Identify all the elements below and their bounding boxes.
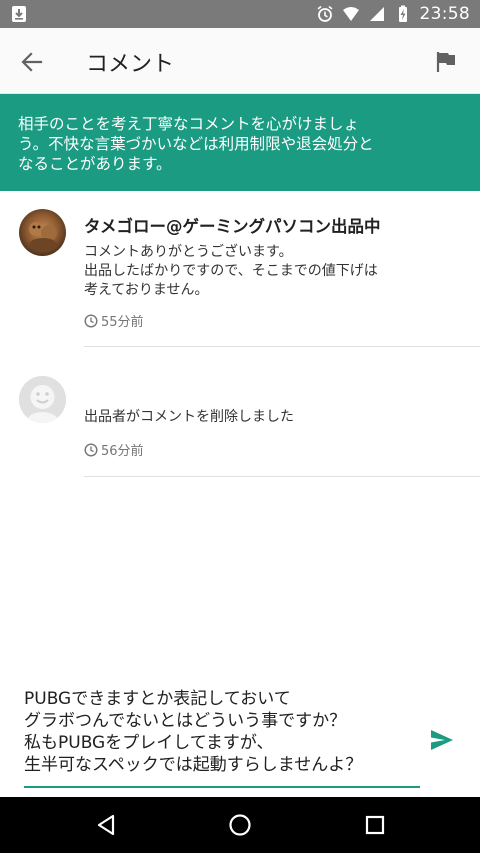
notice-line: なることがあります。	[18, 155, 172, 173]
comment-username[interactable]: タメゴロー@ゲーミングパソコン出品中	[84, 213, 381, 237]
back-triangle-icon	[97, 814, 115, 836]
clock-icon	[84, 442, 98, 457]
comment-line: 考えておりません。	[84, 282, 209, 298]
comment-input-line: 私もPUBGをプレイしてますが、	[24, 733, 274, 753]
nav-back-button[interactable]	[92, 811, 120, 839]
battery-charging-icon	[398, 5, 407, 22]
comment-time: 55分前	[84, 311, 144, 330]
comment-time-text: 56分前	[101, 444, 144, 459]
comment-time: 56分前	[84, 440, 144, 459]
report-button[interactable]	[430, 46, 462, 78]
signal-icon	[369, 7, 384, 21]
clock-icon	[84, 313, 98, 328]
comment-input[interactable]: PUBGできますとか表記しておいて グラボつんでないとはどういう事ですか？ 私も…	[24, 688, 420, 776]
comment-body: コメントありがとうございます。 出品したばかりですので、そこまでの値下げは 考え…	[84, 243, 378, 300]
comment-divider	[84, 346, 480, 347]
comment-deleted-text: 出品者がコメントを削除しました	[84, 409, 294, 425]
comment-line: 出品したばかりですので、そこまでの値下げは	[84, 263, 378, 279]
status-bar: 23:58	[0, 0, 480, 28]
comment-body: 出品者がコメントを削除しました	[84, 408, 294, 427]
navigation-bar	[0, 797, 480, 853]
notice-line: う。不快な言葉づかいなどは利用制限や退会処分と	[18, 135, 374, 153]
comment-input-line: グラボつんでないとはどういう事ですか？	[24, 711, 347, 731]
download-icon	[12, 6, 26, 22]
alarm-icon	[316, 5, 333, 22]
comment-item: 出品者がコメントを削除しました 56分前	[0, 348, 480, 478]
comment-divider	[84, 476, 480, 477]
etiquette-notice: 相手のことを考え丁寧なコメントを心がけましょ う。不快な言葉づかいなどは利用制限…	[0, 94, 480, 191]
arrow-back-icon	[21, 52, 43, 72]
comment-time-text: 55分前	[101, 315, 144, 330]
flag-icon	[436, 52, 455, 72]
page-title: コメント	[86, 52, 175, 77]
notice-line: 相手のことを考え丁寧なコメントを心がけましょ	[18, 115, 360, 133]
comment-item: タメゴロー@ゲーミングパソコン出品中 コメントありがとうございます。 出品したば…	[0, 191, 480, 348]
send-icon	[431, 730, 453, 750]
comment-line: コメントありがとうございます。	[84, 244, 293, 260]
wifi-icon	[342, 7, 359, 21]
default-avatar-icon	[19, 376, 66, 423]
avatar[interactable]	[19, 376, 66, 423]
status-time: 23:58	[419, 4, 470, 24]
home-circle-icon	[229, 814, 251, 836]
nav-home-button[interactable]	[226, 811, 254, 839]
back-button[interactable]	[14, 44, 50, 80]
comment-input-line: PUBGできますとか表記しておいて	[24, 689, 291, 709]
send-button[interactable]	[426, 724, 458, 756]
app-bar: コメント	[0, 28, 480, 94]
comment-composer: PUBGできますとか表記しておいて グラボつんでないとはどういう事ですか？ 私も…	[0, 680, 480, 796]
recents-square-icon	[365, 815, 385, 835]
avatar[interactable]	[19, 209, 66, 256]
input-underline	[24, 786, 420, 788]
comment-input-line: 生半可なスペックでは起動すらしませんよ？	[24, 755, 363, 775]
nav-recents-button[interactable]	[361, 811, 389, 839]
seller-avatar-image	[19, 209, 66, 256]
